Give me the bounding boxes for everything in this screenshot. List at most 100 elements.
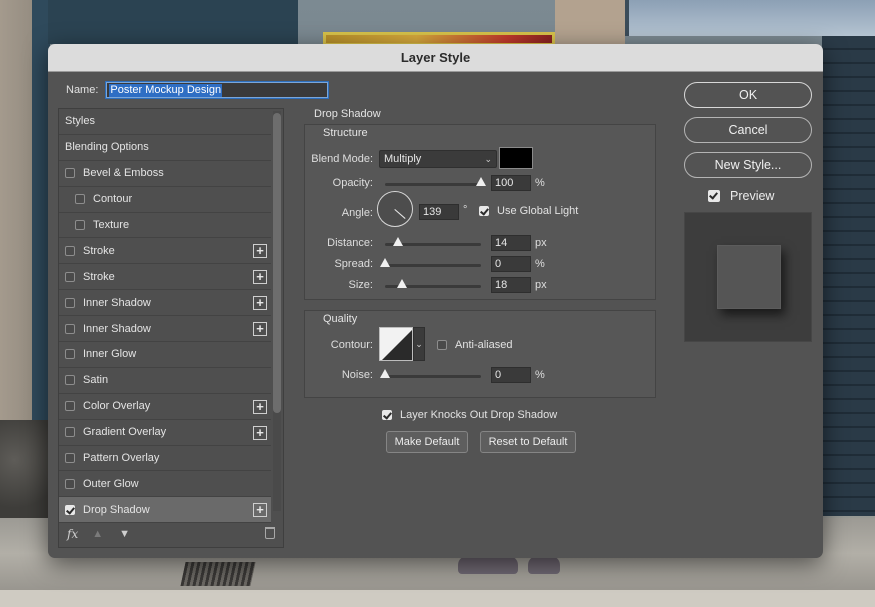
contour-preview[interactable] bbox=[379, 327, 413, 361]
style-item-inner-shadow[interactable]: Inner Shadow + bbox=[59, 290, 271, 317]
style-item-styles[interactable]: Styles bbox=[59, 109, 271, 135]
style-item-checkbox[interactable] bbox=[65, 427, 75, 438]
add-effect-icon[interactable]: + bbox=[253, 296, 267, 311]
reset-to-default-button[interactable]: Reset to Default bbox=[480, 431, 576, 453]
styles-scrollbar[interactable] bbox=[273, 111, 281, 511]
move-up-icon[interactable]: ▲ bbox=[92, 528, 103, 540]
style-item-bevel-emboss[interactable]: Bevel & Emboss bbox=[59, 161, 271, 187]
style-item-label: Inner Shadow bbox=[83, 296, 151, 309]
style-item-checkbox[interactable] bbox=[65, 401, 75, 412]
style-item-checkbox[interactable] bbox=[65, 504, 75, 515]
distance-slider-thumb[interactable] bbox=[393, 237, 404, 246]
spread-input[interactable]: 0 bbox=[491, 256, 531, 272]
style-item-texture[interactable]: Texture bbox=[59, 213, 271, 239]
use-global-light-check[interactable] bbox=[479, 206, 489, 216]
shadow-color-swatch[interactable] bbox=[499, 147, 533, 169]
style-item-label: Stroke bbox=[83, 244, 115, 257]
background-shutter bbox=[822, 36, 875, 516]
styles-footer: fx ▲ ▼ bbox=[59, 521, 283, 547]
style-item-label: Blending Options bbox=[65, 141, 149, 154]
size-slider[interactable] bbox=[385, 279, 481, 288]
style-item-checkbox[interactable] bbox=[65, 271, 75, 282]
make-default-button[interactable]: Make Default bbox=[386, 431, 468, 453]
distance-unit: px bbox=[535, 237, 547, 249]
style-item-checkbox[interactable] bbox=[65, 453, 75, 464]
anti-aliased-check[interactable] bbox=[437, 340, 447, 350]
angle-input[interactable]: 139 bbox=[419, 204, 459, 220]
style-item-inner-glow[interactable]: Inner Glow bbox=[59, 342, 271, 368]
style-item-color-overlay[interactable]: Color Overlay + bbox=[59, 394, 271, 420]
style-item-checkbox[interactable] bbox=[75, 194, 85, 205]
layer-style-dialog: Layer Style Name: Poster Mockup Design S… bbox=[48, 44, 823, 558]
style-item-checkbox[interactable] bbox=[65, 245, 75, 256]
add-effect-icon[interactable]: + bbox=[253, 270, 267, 285]
angle-label: Angle: bbox=[341, 207, 373, 219]
noise-slider[interactable] bbox=[380, 369, 481, 378]
style-item-outer-glow[interactable]: Outer Glow bbox=[59, 471, 271, 498]
fx-button[interactable]: fx bbox=[67, 527, 78, 541]
angle-dial[interactable] bbox=[377, 191, 413, 227]
spread-unit: % bbox=[535, 258, 545, 270]
background-window bbox=[625, 0, 875, 36]
new-style-button[interactable]: New Style... bbox=[684, 152, 812, 178]
trash-icon[interactable] bbox=[265, 527, 275, 539]
spread-slider-thumb[interactable] bbox=[380, 258, 390, 267]
blend-mode-select[interactable]: Multiply ⌄ bbox=[379, 150, 497, 168]
contour-dropdown[interactable]: ⌄ bbox=[413, 327, 425, 361]
knockout-check[interactable] bbox=[382, 410, 392, 420]
styles-scrollbar-thumb[interactable] bbox=[273, 113, 281, 413]
contour-label: Contour: bbox=[330, 339, 373, 351]
use-global-light-checkbox[interactable]: Use Global Light bbox=[479, 205, 578, 217]
noise-slider-thumb[interactable] bbox=[380, 369, 390, 378]
style-item-contour[interactable]: Contour bbox=[59, 187, 271, 213]
style-item-satin[interactable]: Satin bbox=[59, 368, 271, 394]
style-item-checkbox[interactable] bbox=[75, 220, 85, 230]
background-drain-grate bbox=[180, 562, 256, 586]
cancel-button[interactable]: Cancel bbox=[684, 117, 812, 143]
style-item-stroke[interactable]: Stroke + bbox=[59, 238, 271, 265]
opacity-input[interactable]: 100 bbox=[491, 175, 531, 191]
style-item-label: Stroke bbox=[83, 270, 115, 283]
anti-aliased-checkbox[interactable]: Anti-aliased bbox=[437, 339, 512, 351]
distance-input[interactable]: 14 bbox=[491, 235, 531, 251]
preview-checkbox[interactable]: Preview bbox=[708, 189, 774, 203]
opacity-slider[interactable] bbox=[385, 177, 486, 186]
style-item-label: Outer Glow bbox=[83, 477, 139, 490]
style-item-checkbox[interactable] bbox=[65, 375, 75, 386]
size-input[interactable]: 18 bbox=[491, 277, 531, 293]
style-item-gradient-overlay[interactable]: Gradient Overlay + bbox=[59, 420, 271, 446]
style-item-drop-shadow[interactable]: Drop Shadow + bbox=[59, 497, 271, 524]
noise-input[interactable]: 0 bbox=[491, 367, 531, 383]
style-item-stroke[interactable]: Stroke + bbox=[59, 264, 271, 291]
preview-check[interactable] bbox=[708, 190, 720, 202]
preview-thumbnail bbox=[717, 245, 781, 309]
background-curb bbox=[0, 590, 875, 607]
style-item-pattern-overlay[interactable]: Pattern Overlay bbox=[59, 446, 271, 472]
style-item-blending-options[interactable]: Blending Options bbox=[59, 135, 271, 161]
opacity-slider-thumb[interactable] bbox=[476, 177, 486, 186]
spread-slider[interactable] bbox=[380, 258, 481, 267]
knockout-checkbox[interactable]: Layer Knocks Out Drop Shadow bbox=[382, 409, 557, 421]
name-input[interactable]: Poster Mockup Design bbox=[106, 82, 329, 98]
add-effect-icon[interactable]: + bbox=[253, 399, 267, 414]
add-effect-icon[interactable]: + bbox=[253, 503, 267, 518]
size-slider-thumb[interactable] bbox=[397, 279, 408, 288]
style-item-checkbox[interactable] bbox=[65, 478, 75, 489]
noise-unit: % bbox=[535, 369, 545, 381]
styles-list: Styles Blending Options Bevel & Emboss Cont… bbox=[59, 109, 271, 524]
background-shoe bbox=[528, 556, 560, 574]
structure-title: Structure bbox=[323, 127, 368, 139]
distance-slider[interactable] bbox=[385, 237, 481, 246]
name-input-value: Poster Mockup Design bbox=[109, 83, 223, 97]
add-effect-icon[interactable]: + bbox=[253, 244, 267, 259]
style-item-checkbox[interactable] bbox=[65, 297, 75, 308]
style-item-checkbox[interactable] bbox=[65, 349, 75, 360]
move-down-icon[interactable]: ▼ bbox=[119, 528, 130, 540]
style-item-label: Styles bbox=[65, 115, 95, 128]
add-effect-icon[interactable]: + bbox=[253, 322, 267, 337]
style-item-checkbox[interactable] bbox=[65, 323, 75, 334]
style-item-inner-shadow[interactable]: Inner Shadow + bbox=[59, 316, 271, 343]
add-effect-icon[interactable]: + bbox=[253, 425, 267, 440]
ok-button[interactable]: OK bbox=[684, 82, 812, 108]
style-item-checkbox[interactable] bbox=[65, 168, 75, 179]
